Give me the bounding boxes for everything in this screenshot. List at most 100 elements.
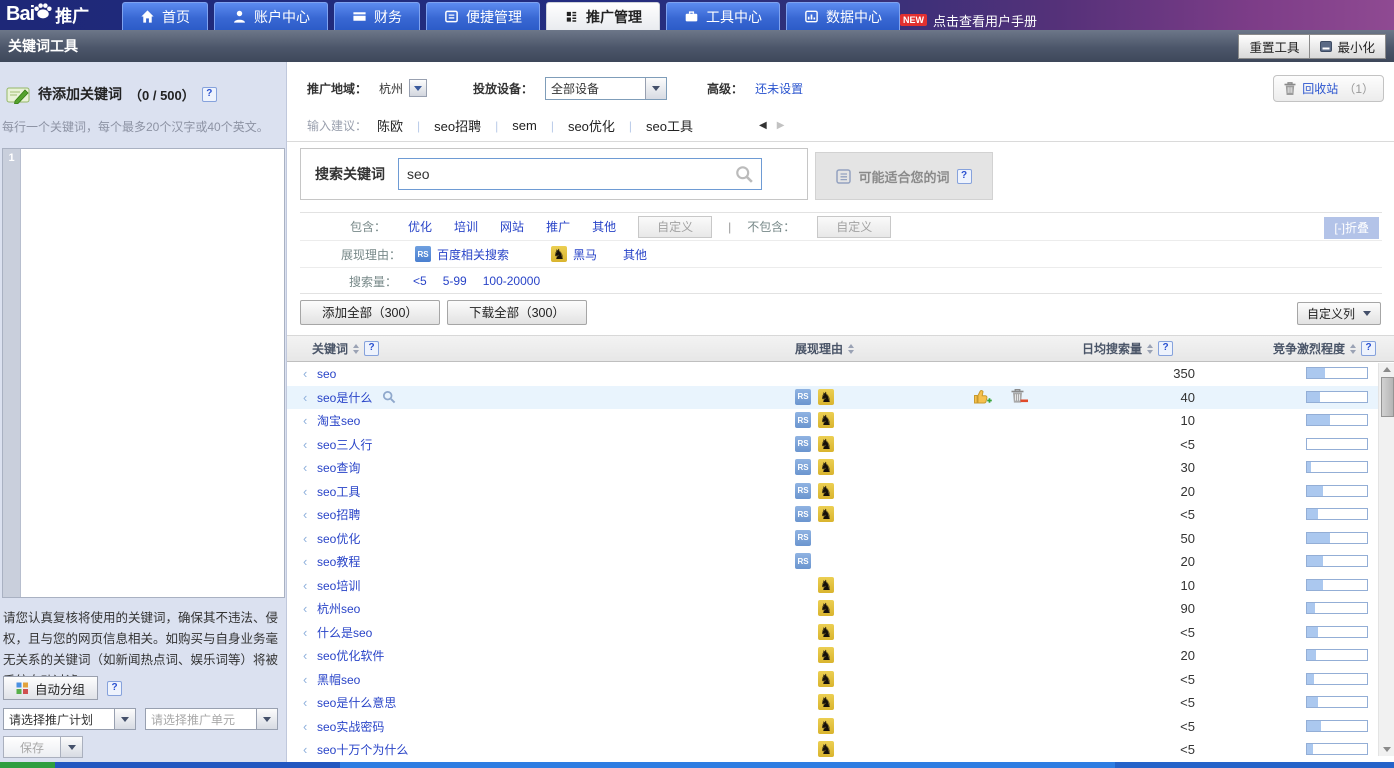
reason-rs-link[interactable]: 百度相关搜索 (437, 246, 509, 263)
sort-competition-icon[interactable] (1350, 344, 1356, 354)
keyword-link[interactable]: seo优化 (317, 530, 360, 547)
search-icon[interactable] (735, 165, 754, 184)
volume-help-icon[interactable] (1158, 341, 1173, 356)
add-keyword-caret-icon[interactable] (303, 484, 307, 499)
region-dropdown-button[interactable] (409, 79, 427, 97)
download-all-button[interactable]: 下载全部（300） (447, 300, 587, 325)
nav-tab-home[interactable]: 首页 (122, 2, 208, 30)
device-select[interactable]: 全部设备 (545, 77, 667, 100)
add-keyword-caret-icon[interactable] (303, 437, 307, 452)
add-keyword-caret-icon[interactable] (303, 719, 307, 734)
unit-select-arrow[interactable] (256, 709, 277, 729)
keyword-link[interactable]: 杭州seo (317, 600, 360, 617)
keyword-link[interactable]: seo教程 (317, 553, 360, 570)
volume-option[interactable]: 5-99 (443, 274, 467, 288)
keyword-link[interactable]: seo优化软件 (317, 647, 384, 664)
add-keyword-caret-icon[interactable] (303, 695, 307, 710)
keyword-link[interactable]: seo三人行 (317, 436, 372, 453)
plan-select[interactable]: 请选择推广计划 (3, 708, 136, 730)
add-all-button[interactable]: 添加全部（300） (300, 300, 440, 325)
scrollbar-thumb[interactable] (1381, 377, 1394, 417)
save-dropdown-arrow[interactable] (61, 736, 83, 758)
keyword-link[interactable]: 淘宝seo (317, 412, 360, 429)
advanced-not-set-link[interactable]: 还未设置 (755, 80, 803, 97)
thumbs-up-add-icon[interactable] (973, 388, 993, 405)
keyword-link[interactable]: seo实战密码 (317, 718, 384, 735)
add-keyword-caret-icon[interactable] (303, 413, 307, 428)
include-custom-button[interactable]: 自定义 (638, 216, 712, 238)
volume-option[interactable]: 100-20000 (483, 274, 540, 288)
reset-tool-button[interactable]: 重置工具 (1238, 34, 1310, 59)
add-keyword-caret-icon[interactable] (303, 648, 307, 663)
table-scrollbar[interactable] (1378, 363, 1394, 756)
suggestion-item[interactable]: seo优化 (568, 116, 615, 135)
keyword-link[interactable]: seo查询 (317, 459, 360, 476)
unit-select[interactable]: 请选择推广单元 (145, 708, 278, 730)
include-option[interactable]: 培训 (454, 218, 478, 235)
suggestion-item[interactable]: 陈欧 (377, 116, 403, 135)
keyword-search-icon[interactable] (382, 390, 396, 404)
suggestion-item[interactable]: seo招聘 (434, 116, 481, 135)
add-keyword-caret-icon[interactable] (303, 390, 307, 405)
nav-tab-panel[interactable]: 便捷管理 (426, 2, 540, 30)
add-keyword-caret-icon[interactable] (303, 531, 307, 546)
delete-keyword-icon[interactable] (1010, 388, 1029, 405)
nav-tab-card[interactable]: 财务 (334, 2, 420, 30)
nav-tab-briefcase[interactable]: 工具中心 (666, 2, 780, 30)
next-suggestions-icon[interactable]: ▶ (777, 120, 785, 131)
include-option[interactable]: 其他 (592, 218, 616, 235)
keyword-link[interactable]: seo工具 (317, 483, 360, 500)
keyword-link[interactable]: seo是什么 (317, 389, 372, 406)
search-input[interactable] (399, 166, 735, 182)
prev-suggestions-icon[interactable]: ◀ (759, 120, 767, 131)
minimize-button[interactable]: 最小化 (1310, 34, 1386, 59)
scroll-down-icon[interactable] (1383, 747, 1391, 752)
scroll-up-icon[interactable] (1383, 367, 1391, 372)
add-keyword-caret-icon[interactable] (303, 554, 307, 569)
add-keyword-caret-icon[interactable] (303, 366, 307, 381)
plan-select-arrow[interactable] (114, 709, 135, 729)
suitable-words-help-icon[interactable] (957, 169, 972, 184)
competition-help-icon[interactable] (1361, 341, 1376, 356)
collapse-button[interactable]: [-]折叠 (1324, 217, 1379, 239)
suggestion-item[interactable]: seo工具 (646, 116, 693, 135)
volume-option[interactable]: <5 (413, 274, 427, 288)
add-keyword-caret-icon[interactable] (303, 460, 307, 475)
exclude-custom-button[interactable]: 自定义 (817, 216, 891, 238)
user-manual-link[interactable]: 点击查看用户手册 (933, 11, 1037, 30)
sort-reason-icon[interactable] (848, 344, 854, 354)
suggestion-item[interactable]: sem (512, 118, 537, 133)
keyword-link[interactable]: seo (317, 367, 336, 381)
keyword-help-icon[interactable] (364, 341, 379, 356)
add-keyword-caret-icon[interactable] (303, 672, 307, 687)
keyword-link[interactable]: seo十万个为什么 (317, 741, 408, 758)
sort-volume-icon[interactable] (1147, 344, 1153, 354)
include-option[interactable]: 推广 (546, 218, 570, 235)
keyword-link[interactable]: 什么是seo (317, 624, 372, 641)
auto-group-button[interactable]: 自动分组 (3, 676, 98, 700)
keyword-link[interactable]: 黑帽seo (317, 671, 360, 688)
nav-tab-grid[interactable]: 推广管理 (546, 2, 660, 30)
keyword-link[interactable]: seo培训 (317, 577, 360, 594)
save-button[interactable]: 保存 (3, 736, 61, 758)
device-select-arrow[interactable] (645, 78, 666, 99)
help-icon[interactable] (202, 87, 217, 102)
keyword-link[interactable]: seo招聘 (317, 506, 360, 523)
nav-tab-user[interactable]: 账户中心 (214, 2, 328, 30)
reason-horse-link[interactable]: 黑马 (573, 246, 597, 263)
nav-tab-chart[interactable]: 数据中心 (786, 2, 900, 30)
baidu-logo[interactable]: Bai 推广 (6, 1, 89, 27)
reason-other-link[interactable]: 其他 (623, 246, 647, 263)
include-option[interactable]: 优化 (408, 218, 432, 235)
tab-suitable-words[interactable]: 可能适合您的词 (815, 152, 993, 200)
auto-group-help-icon[interactable] (107, 681, 122, 696)
add-keyword-caret-icon[interactable] (303, 578, 307, 593)
sort-keyword-icon[interactable] (353, 344, 359, 354)
add-keyword-caret-icon[interactable] (303, 742, 307, 757)
add-keyword-caret-icon[interactable] (303, 507, 307, 522)
recycle-bin-button[interactable]: 回收站 （1） (1273, 75, 1384, 102)
add-keyword-caret-icon[interactable] (303, 601, 307, 616)
keyword-link[interactable]: seo是什么意思 (317, 694, 396, 711)
add-keyword-caret-icon[interactable] (303, 625, 307, 640)
custom-columns-button[interactable]: 自定义列 (1297, 302, 1381, 325)
